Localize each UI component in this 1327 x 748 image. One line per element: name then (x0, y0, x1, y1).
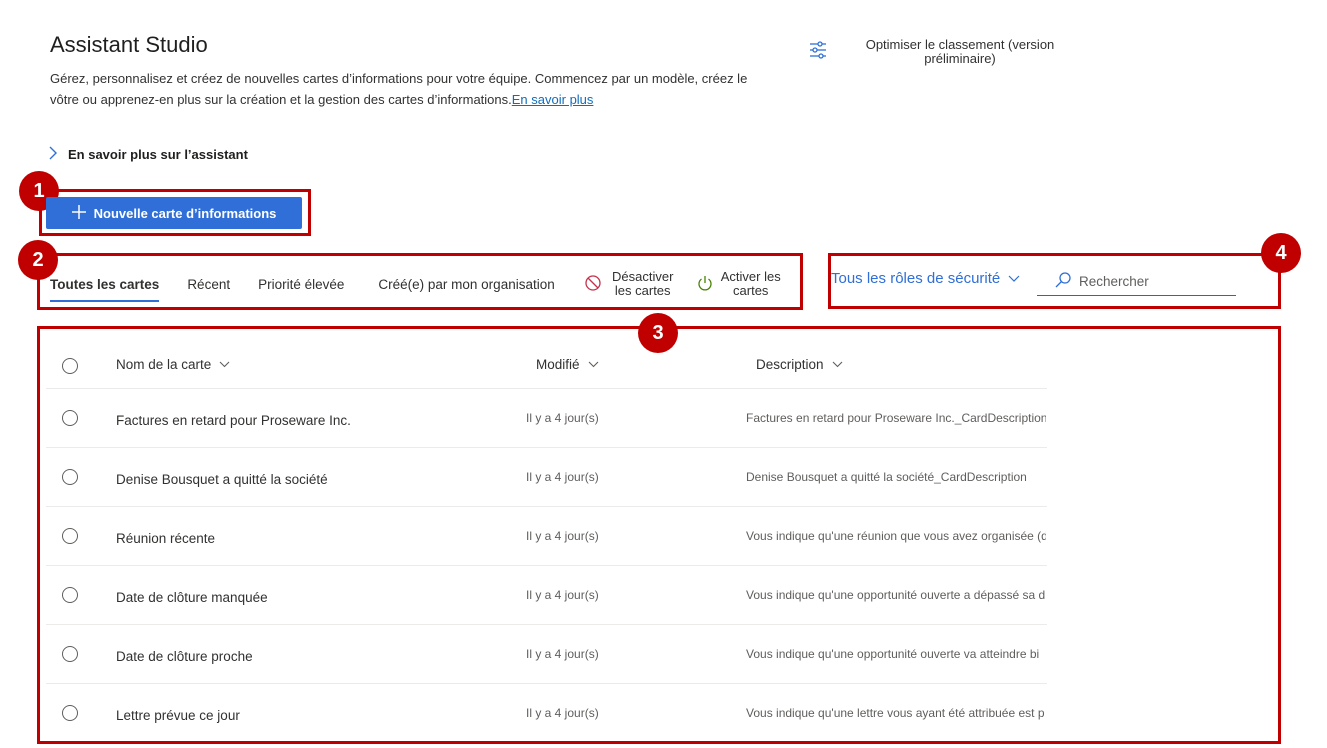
optimize-ranking-label: Optimiser le classement (version prélimi… (865, 37, 1055, 66)
search-icon (1055, 272, 1071, 291)
row-select-radio[interactable] (62, 646, 78, 662)
card-name: Date de clôture proche (116, 649, 253, 664)
tab-created-by-org[interactable]: Créé(e) par mon organisation (378, 264, 554, 304)
table-row[interactable]: Date de clôture manquée Il y a 4 jour(s)… (46, 566, 1047, 625)
row-select-radio[interactable] (62, 469, 78, 485)
security-roles-label: Tous les rôles de sécurité (831, 270, 1001, 287)
chevron-down-icon (219, 361, 230, 368)
card-modified: Il y a 4 jour(s) (526, 470, 599, 484)
card-name: Factures en retard pour Proseware Inc. (116, 413, 351, 428)
description-text: Gérez, personnalisez et créez de nouvell… (50, 71, 748, 107)
card-name: Lettre prévue ce jour (116, 708, 240, 723)
row-select-radio[interactable] (62, 587, 78, 603)
card-description: Vous indique qu'une opportunité ouverte … (746, 588, 1046, 602)
learn-assistant-label: En savoir plus sur l’assistant (68, 147, 248, 162)
card-description: Vous indique qu'une opportunité ouverte … (746, 647, 1040, 661)
security-roles-dropdown[interactable]: Tous les rôles de sécurité (831, 270, 1020, 287)
card-modified: Il y a 4 jour(s) (526, 706, 599, 720)
card-name: Réunion récente (116, 531, 216, 546)
deactivate-cards-label: Désactiver les cartes (612, 269, 674, 298)
table-row[interactable]: Date de clôture proche Il y a 4 jour(s) … (46, 625, 1047, 684)
card-name: Date de clôture manquée (116, 590, 268, 605)
deactivate-cards-button[interactable]: Désactiver les cartes (585, 270, 677, 298)
table-row[interactable]: Factures en retard pour Proseware Inc. I… (46, 389, 1047, 448)
column-header-name[interactable]: Nom de la carte (116, 357, 230, 372)
cards-table: Nom de la carte Modifié Description Fact… (46, 342, 1047, 742)
tab-high-priority[interactable]: Priorité élevée (258, 264, 344, 304)
activate-cards-label: Activer les cartes (720, 269, 781, 298)
sliders-icon (808, 40, 828, 60)
card-modified: Il y a 4 jour(s) (526, 529, 599, 543)
card-modified: Il y a 4 jour(s) (526, 411, 599, 425)
select-all-radio[interactable] (62, 358, 78, 374)
new-card-label: Nouvelle carte d’informations (93, 205, 277, 221)
row-select-radio[interactable] (62, 528, 78, 544)
page-description: Gérez, personnalisez et créez de nouvell… (50, 68, 770, 110)
card-description: Vous indique qu'une lettre vous ayant ét… (746, 706, 1045, 720)
plus-icon (71, 204, 86, 222)
power-icon (697, 275, 713, 294)
card-modified: Il y a 4 jour(s) (526, 588, 599, 602)
card-name: Denise Bousquet a quitté la société (116, 472, 328, 487)
callout-badge-4: 4 (1261, 233, 1301, 273)
search-input[interactable]: Rechercher (1037, 268, 1236, 296)
chevron-right-icon (48, 146, 58, 163)
card-description: Vous indique qu'une réunion que vous ave… (746, 529, 1046, 543)
row-select-radio[interactable] (62, 705, 78, 721)
new-card-button[interactable]: Nouvelle carte d’informations (46, 197, 302, 229)
column-header-description[interactable]: Description (756, 357, 843, 372)
column-header-modified[interactable]: Modifié (536, 357, 599, 372)
tab-recent[interactable]: Récent (187, 264, 230, 304)
column-modified-label: Modifié (536, 357, 580, 372)
table-row[interactable]: Denise Bousquet a quitté la société Il y… (46, 448, 1047, 507)
optimize-ranking-button[interactable]: Optimiser le classement (version prélimi… (808, 38, 1088, 72)
card-description: Denise Bousquet a quitté la société_Card… (746, 470, 1027, 484)
column-description-label: Description (756, 357, 824, 372)
learn-more-link[interactable]: En savoir plus (512, 92, 594, 107)
card-description: Factures en retard pour Proseware Inc._C… (746, 411, 1046, 425)
block-icon (585, 274, 601, 294)
search-placeholder: Rechercher (1079, 274, 1149, 289)
card-modified: Il y a 4 jour(s) (526, 647, 599, 661)
table-row[interactable]: Réunion récente Il y a 4 jour(s) Vous in… (46, 507, 1047, 566)
learn-assistant-expander[interactable]: En savoir plus sur l’assistant (48, 146, 248, 163)
page-title: Assistant Studio (50, 32, 208, 57)
activate-cards-button[interactable]: Activer les cartes (697, 270, 781, 298)
chevron-down-icon (1008, 270, 1020, 287)
chevron-down-icon (832, 361, 842, 368)
card-filter-tabs: Toutes les cartes Récent Priorité élevée… (50, 262, 781, 306)
column-name-label: Nom de la carte (116, 357, 212, 372)
table-header: Nom de la carte Modifié Description (46, 342, 1047, 389)
chevron-down-icon (588, 361, 598, 368)
tab-all-cards[interactable]: Toutes les cartes (50, 264, 160, 304)
row-select-radio[interactable] (62, 410, 78, 426)
table-row[interactable]: Lettre prévue ce jour Il y a 4 jour(s) V… (46, 684, 1047, 742)
